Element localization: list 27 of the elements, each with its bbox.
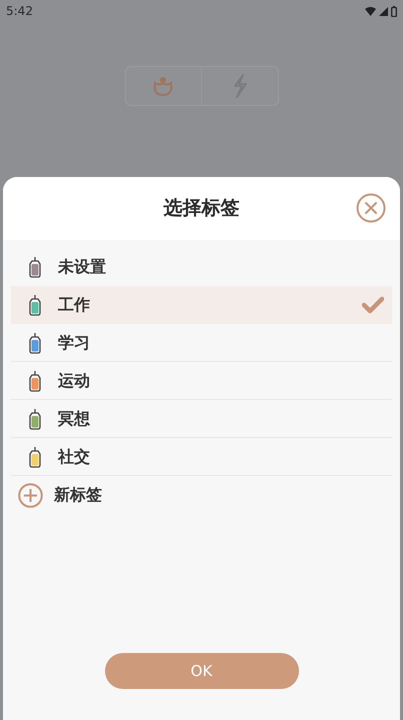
tag-row[interactable]: 运动 bbox=[11, 362, 392, 400]
check-icon bbox=[362, 296, 384, 314]
battery-icon bbox=[391, 6, 397, 16]
new-tag-button[interactable]: 新标签 bbox=[11, 476, 392, 514]
tag-label: 冥想 bbox=[58, 408, 91, 430]
tag-icon bbox=[28, 370, 42, 392]
tag-row[interactable]: 学习 bbox=[11, 324, 392, 362]
tag-icon bbox=[28, 446, 42, 468]
signal-icon bbox=[379, 6, 388, 16]
tag-icon bbox=[28, 332, 42, 354]
tag-icon bbox=[28, 256, 42, 278]
tag-label: 未设置 bbox=[58, 256, 107, 278]
close-button[interactable] bbox=[356, 193, 386, 223]
tag-icon bbox=[28, 408, 42, 430]
tag-row[interactable]: 工作 bbox=[11, 286, 392, 324]
tag-row[interactable]: 冥想 bbox=[11, 400, 392, 438]
tag-label: 工作 bbox=[58, 294, 91, 316]
plus-icon bbox=[18, 482, 43, 508]
tag-row[interactable]: 社交 bbox=[11, 438, 392, 476]
status-time: 5:42 bbox=[6, 3, 33, 20]
wifi-icon bbox=[365, 6, 376, 16]
tag-label: 运动 bbox=[58, 370, 91, 392]
tag-label: 社交 bbox=[58, 446, 91, 468]
tag-row[interactable]: 未设置 bbox=[11, 248, 392, 286]
sheet-title: 选择标签 bbox=[164, 196, 240, 222]
tag-icon bbox=[28, 294, 42, 316]
tag-label: 学习 bbox=[58, 332, 91, 354]
